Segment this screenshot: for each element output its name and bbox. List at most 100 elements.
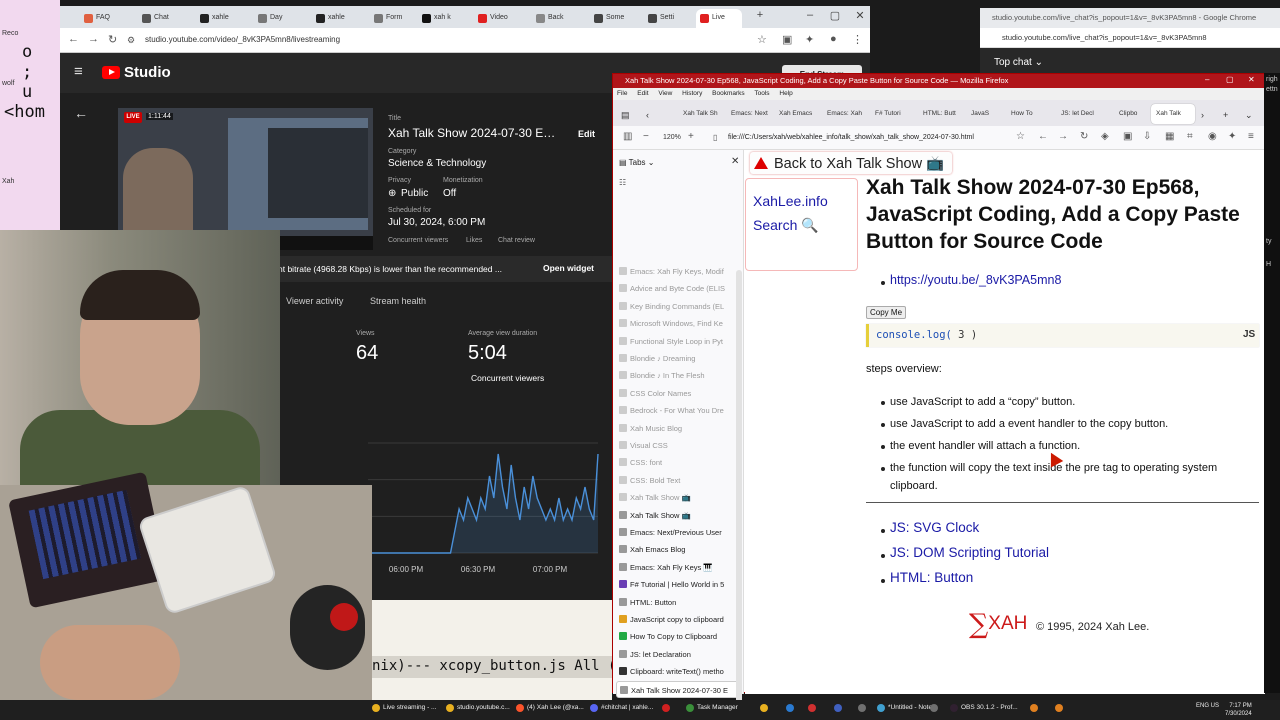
sidebar-tab-item[interactable]: Xah Music Blog xyxy=(616,420,739,437)
chrome-tab[interactable]: Day xyxy=(254,9,308,28)
sub-tab-likes[interactable]: Likes xyxy=(466,237,482,244)
xahlee-home-link[interactable]: XahLee.info xyxy=(753,193,828,209)
related-link-dom-scripting[interactable]: JS: DOM Scripting Tutorial xyxy=(890,545,1049,560)
sidebar-tab-item[interactable]: Advice and Byte Code (ELIS xyxy=(616,280,739,297)
chrome-tab[interactable]: Chat xyxy=(138,9,192,28)
firefox-tab[interactable]: JS: let Decl xyxy=(1061,104,1107,124)
sidebar-toggle-icon[interactable]: ▥ xyxy=(623,131,632,142)
sidebar-toolbar-icon[interactable]: ☷ xyxy=(619,178,626,187)
firefox-tab[interactable]: HTML: Butt xyxy=(923,104,969,124)
chrome-tab[interactable]: Setti xyxy=(644,9,698,28)
taskbar-app[interactable]: (4) Xah Lee (@xa... xyxy=(516,704,584,712)
youtube-link[interactable]: https://youtu.be/_8vK3PA5mn8 xyxy=(890,273,1061,287)
site-info-icon[interactable]: ⚙ xyxy=(127,35,135,46)
firefox-tab[interactable]: Emacs: Xah xyxy=(827,104,873,124)
taskbar-app[interactable]: Task Manager xyxy=(686,704,738,712)
bookmark-star-icon[interactable]: ☆ xyxy=(1016,131,1025,142)
screenshot-icon[interactable]: ⌗ xyxy=(1187,131,1193,142)
tab-stream-health[interactable]: Stream health xyxy=(370,296,426,306)
tab-scroll-left-icon[interactable]: ‹ xyxy=(646,104,649,124)
sidebar-tab-item[interactable]: Bedrock - For What You Dre xyxy=(616,402,739,419)
sidebar-tab-item[interactable]: Blondie ♪ In The Flesh xyxy=(616,367,739,384)
sidebar-tab-item[interactable]: Xah Talk Show 📺 xyxy=(616,507,739,524)
taskbar-app[interactable]: #chitchat | xahle... xyxy=(590,704,653,712)
hamburger-menu-icon[interactable]: ≡ xyxy=(1248,131,1254,142)
tab-viewer-activity[interactable]: Viewer activity xyxy=(286,296,343,306)
firefox-tab[interactable]: Emacs: Next xyxy=(731,104,777,124)
chrome-tab[interactable]: FAQ xyxy=(80,9,134,28)
sub-tab-concurrent[interactable]: Concurrent viewers xyxy=(388,237,448,244)
library-icon[interactable]: ▦ xyxy=(1165,131,1174,142)
sidebar-tab-item[interactable]: CSS: Bold Text xyxy=(616,472,739,489)
firefox-tab[interactable]: Xah Talk xyxy=(1151,104,1195,124)
forward-icon[interactable]: → xyxy=(88,33,99,45)
taskbar-app[interactable]: OBS 30.1.2 - Prof... xyxy=(950,704,1018,712)
hamburger-menu-icon[interactable]: ≡ xyxy=(74,63,83,80)
sidebar-scrollbar[interactable] xyxy=(736,270,742,720)
chrome-tab[interactable]: Form xyxy=(370,9,424,28)
edit-button[interactable]: Edit xyxy=(578,129,595,139)
reload-icon[interactable]: ↻ xyxy=(1080,131,1088,142)
menu-file[interactable]: File xyxy=(617,90,627,97)
firefox-tab[interactable]: F# Tutori xyxy=(875,104,921,124)
chrome-tab[interactable]: Video xyxy=(474,9,528,28)
related-link-html-button[interactable]: HTML: Button xyxy=(890,570,973,585)
chrome-tab[interactable]: xahle xyxy=(196,9,250,28)
related-link-svg-clock[interactable]: JS: SVG Clock xyxy=(890,520,979,535)
studio-logo-text[interactable]: Studio xyxy=(124,64,171,81)
maximize-icon[interactable]: ▢ xyxy=(1226,75,1234,84)
tab-scroll-right-icon[interactable]: › xyxy=(1201,104,1204,124)
minimize-icon[interactable]: – xyxy=(1205,75,1209,84)
menu-help[interactable]: Help xyxy=(779,90,792,97)
puzzle-icon[interactable]: ✦ xyxy=(805,33,814,46)
desktop-icon-label[interactable]: Xah xyxy=(2,178,14,185)
new-tab-icon[interactable]: + xyxy=(1223,104,1228,124)
desktop-icon-label[interactable]: wolf xyxy=(2,80,14,87)
xah-logo[interactable]: ∑XAH xyxy=(969,609,1027,640)
sidebar-tab-item[interactable]: Clipboard: writeText() metho xyxy=(616,663,739,680)
extension-icon[interactable]: ▣ xyxy=(1123,131,1132,142)
menu-view[interactable]: View xyxy=(658,90,672,97)
chrome-tab[interactable]: xahle xyxy=(312,9,366,28)
open-widget-button[interactable]: Open widget xyxy=(543,263,594,273)
minimize-icon[interactable]: – xyxy=(800,9,820,21)
shield-icon[interactable]: ◈ xyxy=(1101,131,1109,142)
chrome-tab[interactable]: Live xyxy=(696,9,742,28)
system-clock[interactable]: 7:17 PM 7/30/2024 xyxy=(1225,702,1252,718)
menu-tools[interactable]: Tools xyxy=(754,90,769,97)
sidebar-tab-item[interactable]: Xah Emacs Blog xyxy=(616,541,739,558)
sidebar-tab-item[interactable]: HTML: Button xyxy=(616,594,739,611)
back-arrow-icon[interactable]: ← xyxy=(74,105,88,121)
menu-history[interactable]: History xyxy=(682,90,702,97)
zoom-level[interactable]: 120% xyxy=(663,134,681,141)
tabs-sidebar-header[interactable]: ▤ Tabs ⌄ xyxy=(619,158,654,167)
stream-preview[interactable]: LIVE 1:11:44 xyxy=(118,108,373,250)
firefox-tab[interactable]: How To xyxy=(1011,104,1057,124)
reload-icon[interactable]: ↻ xyxy=(108,33,117,46)
back-to-talk-show-link[interactable]: Back to Xah Talk Show 📺 xyxy=(750,152,953,174)
profile-icon[interactable]: ● xyxy=(830,33,837,45)
desktop-icon-label[interactable]: Reco xyxy=(2,30,18,37)
zoom-out-icon[interactable]: − xyxy=(643,131,649,142)
sidebar-tab-item[interactable]: How To Copy to Clipboard xyxy=(616,628,739,645)
taskbar-app[interactable]: Live streaming - ... xyxy=(372,704,436,712)
forward-icon[interactable]: → xyxy=(1058,131,1068,142)
account-icon[interactable]: ◉ xyxy=(1208,131,1217,142)
input-language[interactable]: ENG US xyxy=(1196,703,1220,709)
tab-overflow-icon[interactable]: ⌄ xyxy=(1245,104,1253,124)
sidebar-tab-item[interactable]: Xah Talk Show 📺 xyxy=(616,489,739,506)
sidebar-tab-item[interactable]: Visual CSS xyxy=(616,437,739,454)
back-icon[interactable]: ← xyxy=(1038,131,1048,142)
sidebar-tab-item[interactable]: Emacs: Next/Previous User xyxy=(616,524,739,541)
back-icon[interactable]: ← xyxy=(68,33,79,45)
sidebar-tab-item[interactable]: Blondie ♪ Dreaming xyxy=(616,350,739,367)
bookmark-star-icon[interactable]: ☆ xyxy=(757,33,767,46)
sidebar-tab-item[interactable]: F# Tutorial | Hello World in 5 xyxy=(616,576,739,593)
sidebar-tab-item[interactable]: CSS Color Names xyxy=(616,385,739,402)
close-icon[interactable]: ✕ xyxy=(1248,75,1255,84)
tab-list-icon[interactable]: ▤ xyxy=(621,104,630,124)
chrome-tab[interactable]: Some xyxy=(590,9,644,28)
sidebar-tab-item[interactable]: Key Binding Commands (EL xyxy=(616,298,739,315)
zoom-in-icon[interactable]: + xyxy=(688,131,694,142)
menu-edit[interactable]: Edit xyxy=(637,90,648,97)
